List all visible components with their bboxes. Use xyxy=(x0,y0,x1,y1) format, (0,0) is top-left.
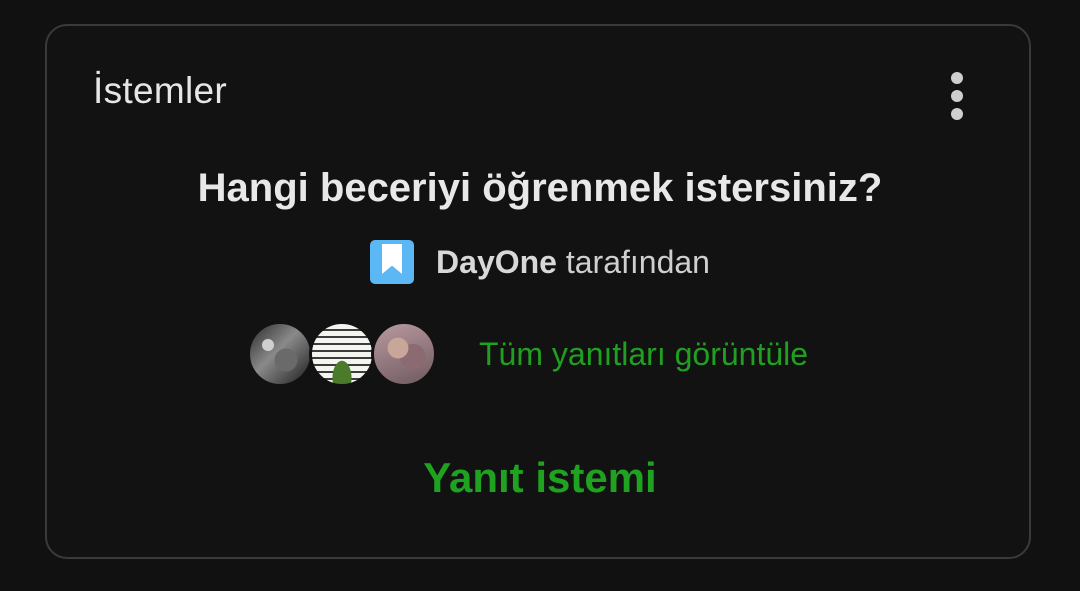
respond-to-prompt-button[interactable]: Yanıt istemi xyxy=(47,454,1033,502)
more-vertical-icon xyxy=(951,72,963,84)
responses-row: Tüm yanıtları görüntüle xyxy=(247,321,808,387)
response-avatars[interactable] xyxy=(247,321,439,387)
view-all-responses-link[interactable]: Tüm yanıtları görüntüle xyxy=(479,336,808,373)
response-avatar xyxy=(309,321,375,387)
response-avatar xyxy=(371,321,437,387)
more-vertical-icon-dot xyxy=(951,90,963,102)
card-title: İstemler xyxy=(93,70,227,111)
prompt-question: Hangi beceriyi öğrenmek istersiniz? xyxy=(197,166,883,210)
prompt-author: DayOne tarafından xyxy=(47,240,1033,284)
dayone-app-icon xyxy=(370,240,415,284)
response-avatar xyxy=(247,321,313,387)
author-app-name: DayOne xyxy=(436,243,557,280)
bookmark-icon xyxy=(382,244,403,274)
more-vertical-icon-dot xyxy=(951,108,963,120)
author-suffix: tarafından xyxy=(556,243,710,280)
prompts-card: İstemler Hangi beceriyi öğrenmek istersi… xyxy=(45,24,1031,559)
author-text: DayOne tarafından xyxy=(436,244,710,281)
more-options-button[interactable] xyxy=(935,66,979,126)
